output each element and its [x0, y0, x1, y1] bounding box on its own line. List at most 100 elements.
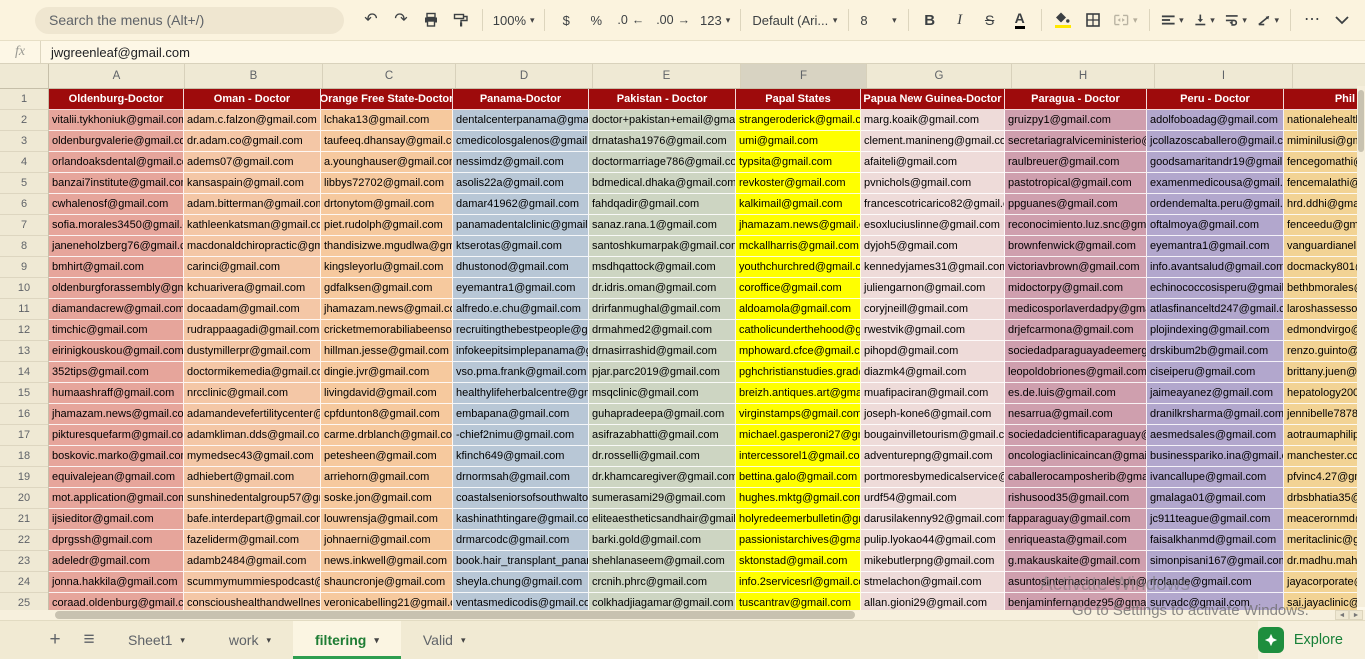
cell[interactable]: coryjneill@gmail.com [861, 299, 1005, 320]
cell[interactable]: vso.pma.frank@gmail.com [453, 362, 589, 383]
cell[interactable]: jhamazam.news@gmail.com [736, 215, 861, 236]
column-header-c[interactable]: C [323, 64, 456, 88]
row-number-2[interactable]: 2 [0, 110, 49, 131]
more-toolbar-button[interactable]: ⋯ [1299, 6, 1325, 34]
cell[interactable]: adamkliman.dds@gmail.com [184, 425, 321, 446]
cell[interactable]: scummymummiespodcast@gmail.com [184, 572, 321, 593]
cell[interactable]: miminilusi@gmail.com [1284, 131, 1358, 152]
cell[interactable]: fencemalathi@gmail.com [1284, 173, 1358, 194]
cell[interactable]: simonpisani167@gmail.com [1147, 551, 1284, 572]
cell[interactable]: laroshassesso@gmail.com [1284, 299, 1358, 320]
cell[interactable]: gruizpy1@gmail.com [1005, 110, 1147, 131]
cell[interactable]: jennibelle7878@gmail.com [1284, 404, 1358, 425]
cell[interactable]: passionistarchives@gmail.com [736, 530, 861, 551]
cell[interactable]: dr.madhu.mah@gmail.com [1284, 551, 1358, 572]
select-all-corner[interactable] [0, 64, 49, 88]
cell[interactable]: hepatology200@gmail.com [1284, 383, 1358, 404]
borders-button[interactable] [1080, 6, 1106, 34]
cell[interactable]: mikebutlerpng@gmail.com [861, 551, 1005, 572]
cell[interactable]: adam.bitterman@gmail.com [184, 194, 321, 215]
cell[interactable]: atlasfinanceltd247@gmail.com [1147, 299, 1284, 320]
cell[interactable]: raulbreuer@gmail.com [1005, 152, 1147, 173]
cell[interactable]: banzai7institute@gmail.com [49, 173, 184, 194]
row-number-21[interactable]: 21 [0, 509, 49, 530]
cell[interactable]: conscioushealthandwellness@gmail.com [184, 593, 321, 610]
cell[interactable]: revkoster@gmail.com [736, 173, 861, 194]
cell[interactable]: jayacorporate@gmail.com [1284, 572, 1358, 593]
cell[interactable]: survadc@gmail.com [1147, 593, 1284, 610]
more-formats-button[interactable]: 123▾ [698, 6, 732, 34]
cell[interactable]: eyemantra1@gmail.com [453, 278, 589, 299]
row-number-17[interactable]: 17 [0, 425, 49, 446]
all-sheets-button[interactable]: ≡ [72, 621, 106, 659]
cell[interactable]: ijsieditor@gmail.com [49, 509, 184, 530]
cell[interactable]: info.avantsalud@gmail.com [1147, 257, 1284, 278]
cell[interactable]: marg.koaik@gmail.com [861, 110, 1005, 131]
cell[interactable]: doctormikemedia@gmail.com [184, 362, 321, 383]
cell[interactable]: bougainvilletourism@gmail.com [861, 425, 1005, 446]
cell[interactable]: book.hair_transplant_panama@gmail.com [453, 551, 589, 572]
cell[interactable]: dyjoh5@gmail.com [861, 236, 1005, 257]
cell[interactable]: diamandacrew@gmail.com [49, 299, 184, 320]
cell[interactable]: stmelachon@gmail.com [861, 572, 1005, 593]
row-number-22[interactable]: 22 [0, 530, 49, 551]
cell[interactable]: damar41962@gmail.com [453, 194, 589, 215]
cell[interactable]: soske.jon@gmail.com [321, 488, 453, 509]
cell[interactable]: michael.gasperoni27@gmail.com [736, 425, 861, 446]
cell[interactable]: sunshinedentalgroup57@gmail.com [184, 488, 321, 509]
cell[interactable]: ivancallupe@gmail.com [1147, 467, 1284, 488]
row-number-7[interactable]: 7 [0, 215, 49, 236]
cell[interactable]: meritaclinic@gmail.com [1284, 530, 1358, 551]
cell[interactable]: embapana@gmail.com [453, 404, 589, 425]
cell[interactable]: virginstamps@gmail.com [736, 404, 861, 425]
cell[interactable]: umi@gmail.com [736, 131, 861, 152]
cell[interactable]: info.2servicesrl@gmail.com [736, 572, 861, 593]
cell[interactable]: nrcclinic@gmail.com [184, 383, 321, 404]
cell[interactable]: shehlanaseem@gmail.com [589, 551, 736, 572]
scroll-right-arrow[interactable]: ► [1349, 610, 1363, 620]
cell[interactable]: livingdavid@gmail.com [321, 383, 453, 404]
vertical-scrollbar[interactable] [1357, 86, 1365, 607]
cell[interactable]: meacerornmd@gmail.com [1284, 509, 1358, 530]
cell[interactable]: goodsamaritandr19@gmail.com [1147, 152, 1284, 173]
cell[interactable]: guhapradeepa@gmail.com [589, 404, 736, 425]
column-header-g[interactable]: G [867, 64, 1012, 88]
cell[interactable]: typsita@gmail.com [736, 152, 861, 173]
cell[interactable]: cpfdunton8@gmail.com [321, 404, 453, 425]
cell[interactable]: ciseiperu@gmail.com [1147, 362, 1284, 383]
cell[interactable]: coastalseniorsofsouthwalton@gmail.com [453, 488, 589, 509]
cell[interactable]: kashinathtingare@gmail.com [453, 509, 589, 530]
cell[interactable]: janeneholzberg76@gmail.com [49, 236, 184, 257]
header-cell[interactable]: Peru - Doctor [1147, 89, 1284, 110]
cell[interactable]: drnasirrashid@gmail.com [589, 341, 736, 362]
cell[interactable]: dprgssh@gmail.com [49, 530, 184, 551]
cell[interactable]: oldenburgvalerie@gmail.com [49, 131, 184, 152]
cell[interactable]: es.de.luis@gmail.com [1005, 383, 1147, 404]
cell[interactable]: mckallharris@gmail.com [736, 236, 861, 257]
cell[interactable]: aldoamola@gmail.com [736, 299, 861, 320]
sheet-tab-sheet1[interactable]: Sheet1▾ [106, 621, 207, 659]
cell[interactable]: coraad.oldenburg@gmail.com [49, 593, 184, 610]
text-wrap-button[interactable]: ▾ [1222, 6, 1250, 34]
cell[interactable]: fazeliderm@gmail.com [184, 530, 321, 551]
row-number-8[interactable]: 8 [0, 236, 49, 257]
row-number-4[interactable]: 4 [0, 152, 49, 173]
font-family-select[interactable]: Default (Ari...▾ [749, 6, 840, 34]
bold-button[interactable]: B [917, 6, 943, 34]
cell[interactable]: mymedsec43@gmail.com [184, 446, 321, 467]
row-number-13[interactable]: 13 [0, 341, 49, 362]
row-number-19[interactable]: 19 [0, 467, 49, 488]
cell[interactable]: shauncronje@gmail.com [321, 572, 453, 593]
explore-button[interactable]: Explore [1258, 621, 1365, 659]
cell[interactable]: drtonytom@gmail.com [321, 194, 453, 215]
cell[interactable]: clement.manineng@gmail.com [861, 131, 1005, 152]
header-cell[interactable]: Papua New Guinea-Doctor [861, 89, 1005, 110]
cell[interactable]: eyemantra1@gmail.com [1147, 236, 1284, 257]
header-cell[interactable]: Pakistan - Doctor [589, 89, 736, 110]
cell[interactable]: victoriavbrown@gmail.com [1005, 257, 1147, 278]
cell[interactable]: dr.khamcaregiver@gmail.com [589, 467, 736, 488]
cell[interactable]: doctor+pakistan+email@gmail.com [589, 110, 736, 131]
cell[interactable]: fahdqadir@gmail.com [589, 194, 736, 215]
cell[interactable]: boskovic.marko@gmail.com [49, 446, 184, 467]
header-cell[interactable]: Panama-Doctor [453, 89, 589, 110]
